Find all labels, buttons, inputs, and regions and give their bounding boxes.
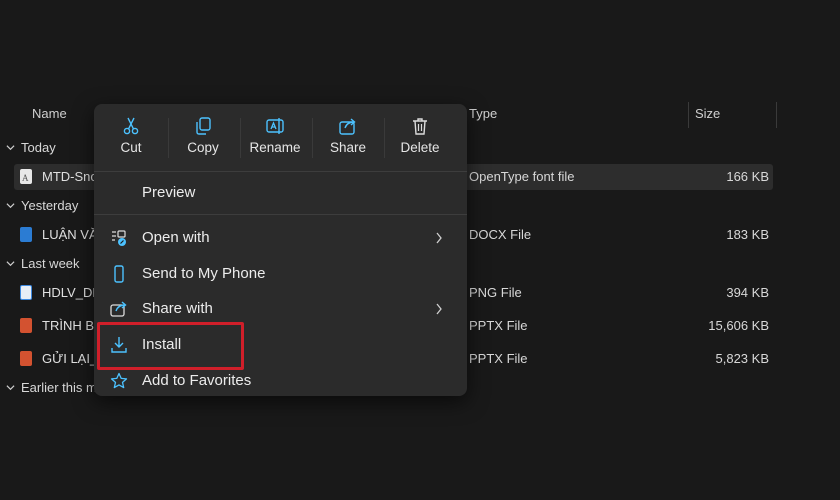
- menu-item-label: Share with: [142, 300, 213, 317]
- menu-divider: [94, 171, 467, 172]
- column-header-type[interactable]: Type: [469, 106, 497, 121]
- cut-label: Cut: [120, 140, 142, 155]
- file-size: 183 KB: [726, 227, 769, 242]
- file-name: MTD-Sno: [42, 169, 98, 184]
- chevron-down-icon: [6, 261, 15, 267]
- copy-button[interactable]: Copy: [167, 114, 239, 174]
- word-file-icon: [20, 227, 32, 242]
- group-header-earlier[interactable]: Earlier this m: [6, 380, 97, 395]
- chevron-down-icon: [6, 203, 15, 209]
- file-size: 394 KB: [726, 285, 769, 300]
- powerpoint-file-icon: [20, 318, 32, 333]
- file-size: 5,823 KB: [715, 351, 770, 366]
- menu-item-label: Add to Favorites: [142, 372, 252, 389]
- file-size: 15,606 KB: [708, 318, 769, 333]
- file-name: LUẬN VĂ: [42, 227, 98, 242]
- share-icon: [339, 118, 356, 135]
- file-name: HDLV_DL: [42, 285, 100, 300]
- rename-icon: [266, 118, 284, 134]
- powerpoint-file-icon: [20, 351, 32, 366]
- group-header-last-week[interactable]: Last week: [6, 256, 80, 271]
- file-name: GỬI LẠI_: [42, 351, 98, 366]
- group-label: Last week: [21, 256, 80, 271]
- trash-icon: [413, 118, 427, 135]
- share-label: Share: [329, 140, 367, 155]
- phone-icon: [114, 265, 124, 283]
- rename-label: Rename: [249, 140, 301, 155]
- file-type: PPTX File: [469, 351, 528, 366]
- share-with-icon: [110, 301, 127, 317]
- column-header-size[interactable]: Size: [695, 106, 720, 121]
- group-label: Today: [21, 140, 56, 155]
- copy-label: Copy: [187, 140, 219, 155]
- install-highlight-box: [97, 322, 244, 370]
- svg-text:A: A: [22, 173, 29, 183]
- menu-divider: [94, 214, 467, 215]
- chevron-down-icon: [6, 385, 15, 391]
- group-header-today[interactable]: Today: [6, 140, 56, 155]
- menu-item-label: Preview: [142, 184, 196, 201]
- file-type: DOCX File: [469, 227, 532, 242]
- scissors-icon: [123, 117, 139, 135]
- cut-button[interactable]: Cut: [95, 114, 167, 174]
- file-type: PPTX File: [469, 318, 528, 333]
- chevron-right-icon: [436, 303, 442, 315]
- chevron-down-icon: [6, 145, 15, 151]
- menu-item-preview[interactable]: Preview: [100, 177, 461, 209]
- menu-item-share-with[interactable]: Share with: [100, 293, 461, 325]
- open-with-icon: [112, 230, 126, 246]
- image-file-icon: [20, 285, 32, 300]
- chevron-right-icon: [436, 232, 442, 244]
- menu-item-open-with[interactable]: Open with: [100, 222, 461, 254]
- column-header-name[interactable]: Name: [32, 106, 67, 121]
- group-label: Earlier this m: [21, 380, 97, 395]
- group-header-yesterday[interactable]: Yesterday: [6, 198, 78, 213]
- share-button[interactable]: Share: [312, 114, 384, 174]
- file-size: 166 KB: [726, 169, 769, 184]
- rename-button[interactable]: Rename: [239, 114, 311, 174]
- star-icon: [110, 372, 128, 389]
- menu-item-label: Open with: [142, 229, 210, 246]
- file-type: PNG File: [469, 285, 522, 300]
- font-file-icon: A: [20, 169, 32, 184]
- column-divider[interactable]: [688, 102, 689, 128]
- delete-label: Delete: [400, 140, 440, 155]
- copy-icon: [196, 117, 211, 135]
- menu-item-send-to-phone[interactable]: Send to My Phone: [100, 258, 461, 290]
- delete-button[interactable]: Delete: [384, 114, 456, 174]
- group-label: Yesterday: [21, 198, 79, 213]
- column-divider[interactable]: [776, 102, 777, 128]
- file-type: OpenType font file: [469, 169, 575, 184]
- menu-item-label: Send to My Phone: [142, 265, 266, 282]
